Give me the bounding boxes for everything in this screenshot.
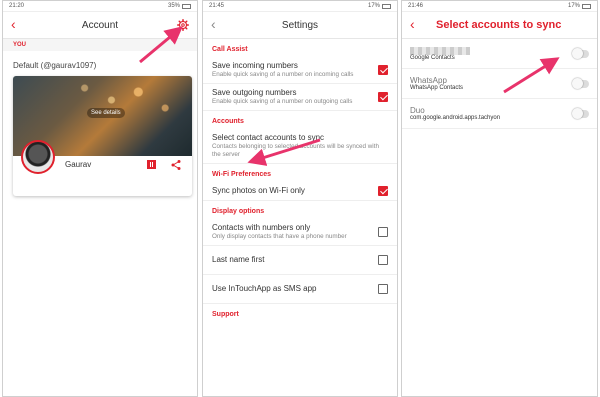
toggle-icon[interactable]	[572, 108, 589, 119]
page-title: Account	[81, 19, 119, 31]
default-account-text: Default (@gaurav1097)	[13, 61, 97, 70]
account-type: WhatsApp Contacts	[410, 85, 464, 91]
checkbox-icon[interactable]	[378, 65, 388, 75]
page-title: Settings	[281, 19, 319, 31]
account-name: WhatsApp	[410, 76, 447, 85]
setting-sms-app[interactable]: Use InTouchApp as SMS app	[203, 275, 397, 304]
checkbox-icon[interactable]	[378, 186, 388, 196]
profile-card[interactable]: See details Gaurav	[13, 76, 192, 196]
checkbox-icon[interactable]	[378, 284, 388, 294]
account-screen: 21:20 35% ‹ Account YOU Default (@gaurav…	[2, 0, 198, 397]
back-arrow-icon[interactable]: ‹	[410, 17, 415, 31]
section-call-assist: Call Assist	[212, 46, 248, 53]
status-bar: 21:46 17%	[402, 1, 597, 12]
app-bar: ‹ Select accounts to sync	[402, 12, 597, 39]
checkbox-icon[interactable]	[378, 92, 388, 102]
sync-accounts-screen: 21:46 17% ‹ Select accounts to sync Goog…	[401, 0, 598, 397]
battery-icon	[382, 3, 391, 9]
setting-title: Save incoming numbers	[212, 61, 298, 70]
setting-desc: Enable quick saving of a number on outgo…	[212, 98, 353, 105]
status-bar: 21:20 35%	[3, 1, 197, 12]
back-arrow-icon[interactable]: ‹	[11, 17, 16, 31]
see-details-link[interactable]: See details	[87, 108, 125, 118]
setting-last-name-first[interactable]: Last name first	[203, 246, 397, 275]
status-battery: 17%	[367, 3, 380, 9]
status-battery: 35%	[167, 3, 180, 9]
account-name: Duo	[410, 106, 425, 115]
qr-code-icon[interactable]	[147, 160, 156, 169]
account-row-google[interactable]: Google Contacts	[402, 39, 597, 69]
share-icon[interactable]	[170, 159, 182, 171]
back-arrow-icon[interactable]: ‹	[211, 17, 216, 31]
section-label-you: YOU	[3, 39, 197, 51]
setting-sync-photos[interactable]: Sync photos on Wi-Fi only	[203, 182, 397, 201]
section-display-options: Display options	[212, 208, 265, 215]
blurred-account-name	[410, 46, 470, 55]
setting-contacts-with-numbers[interactable]: Contacts with numbers only Only display …	[203, 219, 397, 246]
status-time: 21:20	[9, 3, 25, 9]
checkbox-icon[interactable]	[378, 255, 388, 265]
setting-desc: Enable quick saving of a number on incom…	[212, 71, 354, 78]
setting-title: Save outgoing numbers	[212, 88, 297, 97]
setting-title: Use InTouchApp as SMS app	[212, 284, 317, 293]
settings-screen: 21:45 17% ‹ Settings Call Assist Save in…	[202, 0, 398, 397]
account-type: Google Contacts	[410, 54, 455, 61]
setting-select-accounts[interactable]: Select contact accounts to sync Contacts…	[203, 129, 397, 164]
setting-save-outgoing[interactable]: Save outgoing numbers Enable quick savin…	[203, 84, 397, 111]
account-row-whatsapp[interactable]: WhatsApp WhatsApp Contacts	[402, 69, 597, 99]
page-title: Select accounts to sync	[436, 19, 562, 31]
toggle-icon[interactable]	[572, 48, 589, 59]
setting-desc: Only display contacts that have a phone …	[212, 233, 347, 240]
battery-icon	[182, 3, 191, 9]
avatar[interactable]	[21, 140, 55, 174]
status-battery: 17%	[567, 3, 580, 9]
setting-title: Last name first	[212, 255, 265, 264]
account-type: com.google.android.apps.tachyon	[410, 115, 501, 121]
status-time: 21:46	[408, 3, 424, 9]
status-bar: 21:45 17%	[203, 1, 397, 12]
setting-save-incoming[interactable]: Save incoming numbers Enable quick savin…	[203, 57, 397, 84]
setting-desc: Contacts belonging to selected accounts …	[212, 143, 379, 158]
profile-name: Gaurav	[65, 160, 92, 169]
section-support: Support	[212, 311, 239, 318]
setting-title: Contacts with numbers only	[212, 223, 311, 232]
toggle-icon[interactable]	[572, 78, 589, 89]
app-bar: ‹ Settings	[203, 12, 397, 39]
section-accounts: Accounts	[212, 118, 244, 125]
app-bar: ‹ Account	[3, 12, 197, 39]
section-wifi-preferences: Wi-Fi Preferences	[212, 171, 272, 178]
setting-title: Select contact accounts to sync	[212, 133, 325, 142]
checkbox-icon[interactable]	[378, 227, 388, 237]
gear-icon[interactable]	[177, 19, 189, 31]
setting-title: Sync photos on Wi-Fi only	[212, 186, 305, 195]
status-time: 21:45	[209, 3, 225, 9]
battery-icon	[582, 3, 591, 9]
account-row-duo[interactable]: Duo com.google.android.apps.tachyon	[402, 99, 597, 129]
